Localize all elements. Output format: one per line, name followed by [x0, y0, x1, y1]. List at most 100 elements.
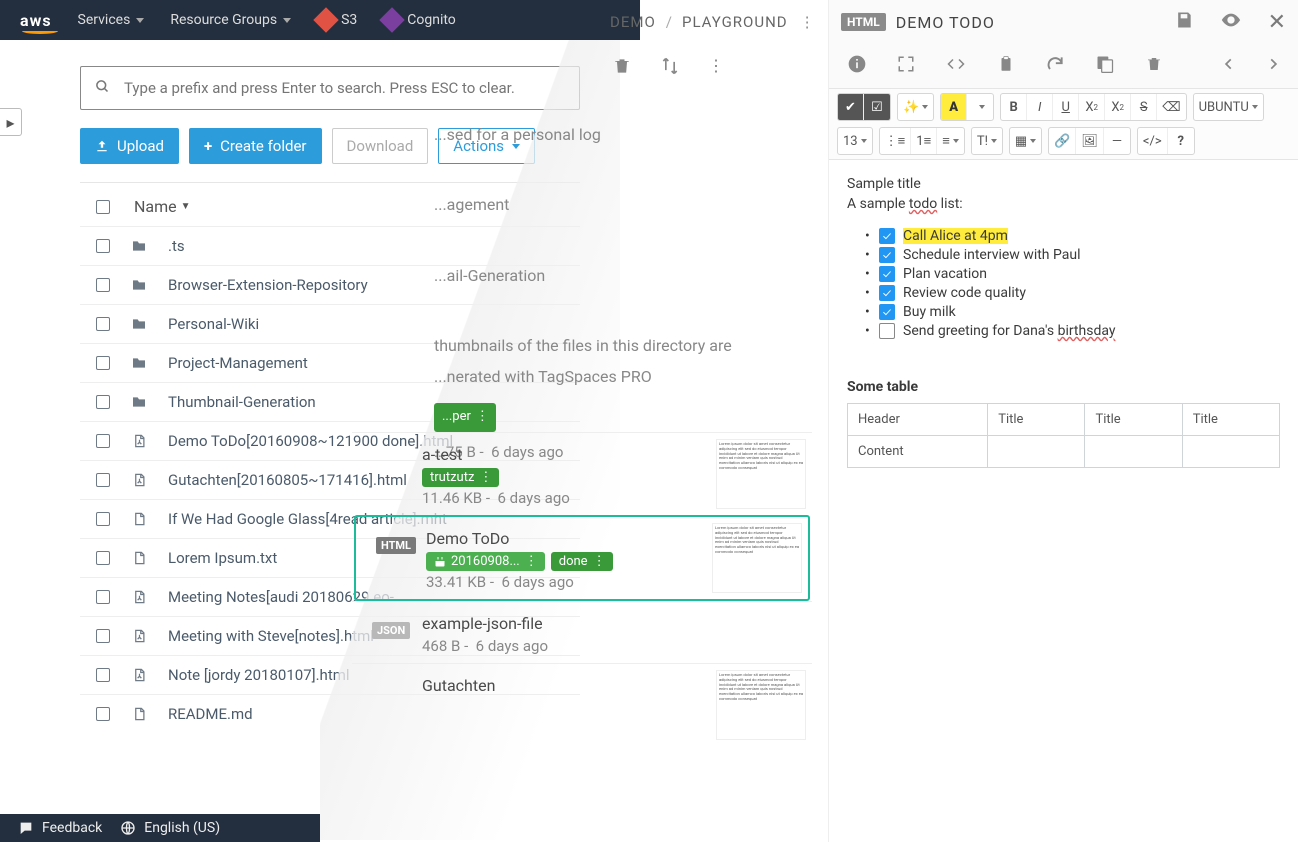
code-icon[interactable]: [945, 55, 967, 77]
todo-checkbox[interactable]: ✓: [879, 304, 895, 320]
strikethrough-button[interactable]: S: [1131, 94, 1157, 120]
more-icon[interactable]: ⋮: [800, 13, 815, 31]
row-checkbox[interactable]: [96, 278, 110, 292]
clipboard-icon[interactable]: [997, 54, 1015, 78]
unordered-list-button[interactable]: ⋮≡: [880, 128, 912, 154]
feedback-link[interactable]: Feedback: [18, 820, 102, 836]
caret-down-icon: [136, 18, 144, 23]
row-checkbox[interactable]: [96, 434, 110, 448]
file-icon: [130, 588, 148, 606]
subscript-button[interactable]: X2: [1105, 94, 1131, 120]
tagspaces-panel: DEMO / PLAYGROUND ⋮ ⋮: [350, 0, 820, 88]
swap-icon[interactable]: [660, 56, 680, 76]
page-title: DEMO TODO: [896, 13, 995, 32]
wysiwyg-toolbar: ✔ ☑ ✨ A B I U X2 X2 S ⌫ UBUNTU 13 ⋮≡ 1≡ …: [829, 88, 1298, 160]
todo-checkbox[interactable]: ✓: [879, 247, 895, 263]
tag[interactable]: trutzutz⋮: [422, 468, 499, 487]
trash-icon[interactable]: [1145, 54, 1163, 78]
image-button[interactable]: 🖼: [1076, 128, 1104, 154]
todo-checkbox[interactable]: ✓: [879, 266, 895, 282]
select-all-checkbox[interactable]: [96, 200, 110, 214]
tag[interactable]: done⋮: [551, 552, 613, 571]
help-button[interactable]: ?: [1168, 128, 1194, 154]
source-button[interactable]: </>: [1138, 128, 1168, 154]
row-checkbox[interactable]: [96, 590, 110, 604]
doc-heading: Sample title: [847, 176, 1280, 192]
table-header-cell: Title: [1182, 404, 1279, 436]
todo-item[interactable]: ✓Review code quality: [879, 285, 1280, 301]
file-card[interactable]: HTMLDemo ToDo 20160908...⋮done⋮33.41 KB …: [354, 515, 810, 601]
ordered-list-button[interactable]: 1≡: [911, 128, 937, 154]
table-cell: Content: [848, 436, 988, 468]
row-checkbox[interactable]: [96, 512, 110, 526]
font-size-select[interactable]: 13: [838, 128, 872, 154]
row-checkbox[interactable]: [96, 707, 110, 721]
s3-icon: [313, 7, 338, 32]
todo-item[interactable]: ✓Schedule interview with Paul: [879, 247, 1280, 263]
todo-item[interactable]: Send greeting for Dana's birthsday: [879, 323, 1280, 339]
caret-down-icon: [283, 18, 291, 23]
row-checkbox[interactable]: [96, 629, 110, 643]
tag[interactable]: ...per⋮: [434, 403, 496, 432]
create-folder-button[interactable]: + Create folder: [189, 128, 322, 164]
info-icon[interactable]: [847, 54, 867, 78]
menu-services[interactable]: Services: [78, 12, 145, 28]
hr-button[interactable]: —: [1104, 128, 1130, 154]
todo-item[interactable]: ✓Buy milk: [879, 304, 1280, 320]
close-icon[interactable]: ✕: [1268, 10, 1286, 35]
tag[interactable]: 20160908...⋮: [426, 552, 545, 571]
todo-checkbox[interactable]: [879, 323, 895, 339]
row-checkbox[interactable]: [96, 473, 110, 487]
highlight-dropdown[interactable]: [967, 94, 993, 120]
next-icon[interactable]: [1266, 56, 1280, 76]
folder-icon: [130, 276, 148, 294]
row-checkbox[interactable]: [96, 239, 110, 253]
prev-icon[interactable]: [1222, 56, 1236, 76]
column-name[interactable]: Name▼: [134, 197, 191, 216]
upload-button[interactable]: Upload: [80, 128, 179, 164]
align-button[interactable]: ≡: [937, 128, 964, 154]
row-checkbox[interactable]: [96, 551, 110, 565]
todo-item[interactable]: ✓Call Alice at 4pm: [879, 228, 1280, 244]
link-button[interactable]: 🔗: [1049, 128, 1076, 154]
bold-button[interactable]: B: [1001, 94, 1027, 120]
language-select[interactable]: English (US): [120, 820, 220, 836]
file-icon: [130, 432, 148, 450]
checkbox-button[interactable]: ☑: [864, 94, 890, 120]
text-style-button[interactable]: T!: [972, 128, 1002, 154]
underline-button[interactable]: U: [1053, 94, 1079, 120]
download-button[interactable]: Download: [332, 128, 429, 164]
row-checkbox[interactable]: [96, 317, 110, 331]
editor-body[interactable]: Sample title A sample todo list: ✓Call A…: [829, 160, 1298, 842]
erase-button[interactable]: ⌫: [1157, 94, 1185, 120]
sidebar-expand-tab[interactable]: ▸: [0, 108, 22, 136]
reload-icon[interactable]: [1045, 54, 1065, 78]
todo-checkbox[interactable]: ✓: [879, 228, 895, 244]
todo-checkbox[interactable]: ✓: [879, 285, 895, 301]
menu-resource-groups[interactable]: Resource Groups: [170, 12, 291, 28]
save-icon[interactable]: [1174, 10, 1194, 34]
row-checkbox[interactable]: [96, 356, 110, 370]
more-icon[interactable]: ⋮: [708, 56, 728, 76]
preview-icon[interactable]: [1220, 9, 1242, 35]
row-checkbox[interactable]: [96, 395, 110, 409]
todo-item[interactable]: ✓Plan vacation: [879, 266, 1280, 282]
table-cell: [988, 436, 1085, 468]
copy-icon[interactable]: [1095, 54, 1115, 78]
superscript-button[interactable]: X2: [1079, 94, 1105, 120]
checkmark-button[interactable]: ✔: [838, 94, 864, 120]
font-family-select[interactable]: UBUNTU: [1194, 94, 1263, 120]
crumb-root[interactable]: DEMO: [610, 13, 656, 31]
file-card[interactable]: JSONexample-json-file468 B - 6 days ago: [352, 601, 812, 663]
fullscreen-icon[interactable]: [897, 55, 915, 77]
highlight-button[interactable]: A: [941, 94, 967, 120]
file-card[interactable]: GutachtenLorem ipsum dolor sit amet cons…: [352, 663, 812, 707]
italic-button[interactable]: I: [1027, 94, 1053, 120]
plus-icon: +: [204, 137, 212, 155]
trash-icon[interactable]: [612, 56, 632, 76]
row-checkbox[interactable]: [96, 668, 110, 682]
magic-button[interactable]: ✨: [898, 94, 933, 120]
table-button[interactable]: ▦: [1010, 128, 1041, 154]
file-card[interactable]: a-testtrutzutz⋮11.46 KB - 6 days agoLore…: [352, 432, 812, 515]
crumb-folder[interactable]: PLAYGROUND: [682, 13, 788, 31]
